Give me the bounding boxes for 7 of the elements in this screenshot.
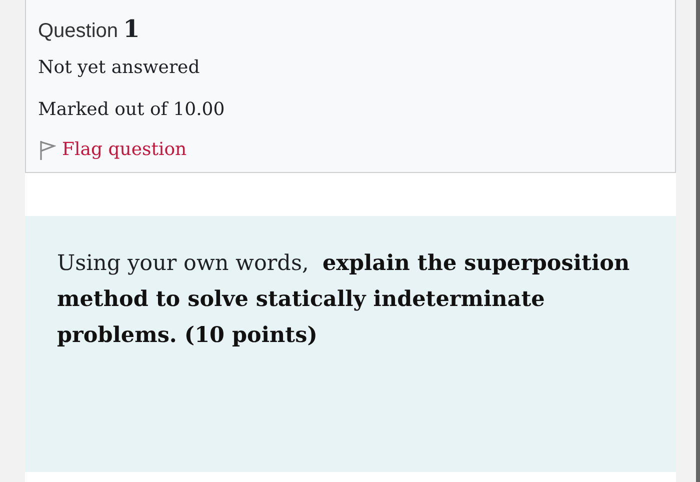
question-number: 1 [123, 14, 140, 43]
question-text: Using your own words, explain the superposition method to solve statically indeterminate problems. (10 points) [57, 250, 631, 350]
marks-text: Marked out of 10.00 [38, 98, 226, 122]
question-label: Question [38, 20, 118, 43]
flag-question-link[interactable]: Flag question [62, 138, 187, 162]
flag-icon[interactable] [38, 139, 56, 161]
status-text: Not yet answered [38, 56, 201, 80]
